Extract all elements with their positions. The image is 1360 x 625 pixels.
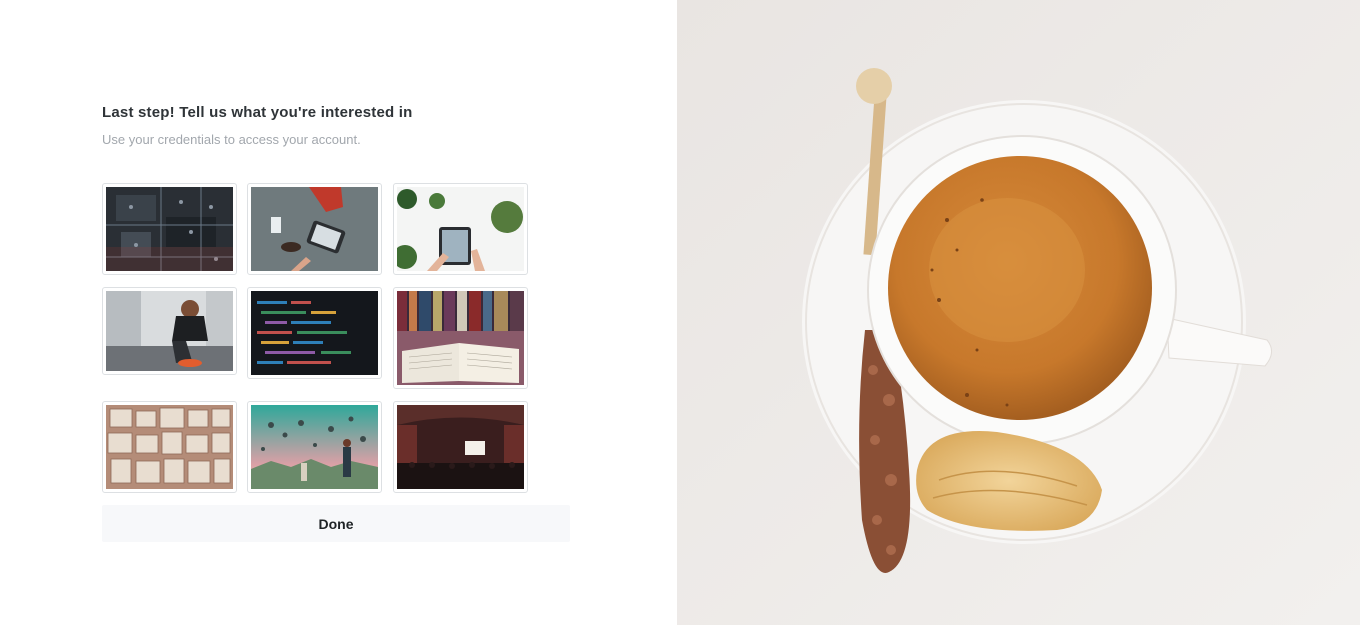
circuit-board-photo-icon <box>106 187 233 271</box>
interest-tile-movies[interactable] <box>393 401 528 493</box>
interest-tile-literature[interactable] <box>102 401 237 493</box>
hero-image <box>677 0 1360 625</box>
interest-tile-lifestyle[interactable] <box>393 183 528 275</box>
tablet-plants-photo-icon <box>397 187 524 271</box>
open-book-photo-icon <box>397 291 524 385</box>
runner-shoelace-photo-icon <box>106 291 233 371</box>
interest-tile-reading[interactable] <box>393 287 528 389</box>
interest-tile-business[interactable] <box>247 183 382 275</box>
code-screen-photo-icon <box>251 291 378 375</box>
done-button[interactable]: Done <box>102 505 570 542</box>
interest-tile-travel[interactable] <box>247 401 382 493</box>
coffee-cup-photo-icon <box>677 0 1360 625</box>
hot-air-balloons-photo-icon <box>251 405 378 489</box>
desk-tablet-photo-icon <box>251 187 378 271</box>
book-pages-photo-icon <box>106 405 233 489</box>
page-title: Last step! Tell us what you're intereste… <box>102 104 413 121</box>
interest-selection-panel: Last step! Tell us what you're intereste… <box>0 0 677 625</box>
page-subtitle: Use your credentials to access your acco… <box>102 132 361 147</box>
interest-tile-programming[interactable] <box>247 287 382 379</box>
cinema-hall-photo-icon <box>397 405 524 489</box>
interest-tile-fitness[interactable] <box>102 287 237 375</box>
interest-tile-technology[interactable] <box>102 183 237 275</box>
